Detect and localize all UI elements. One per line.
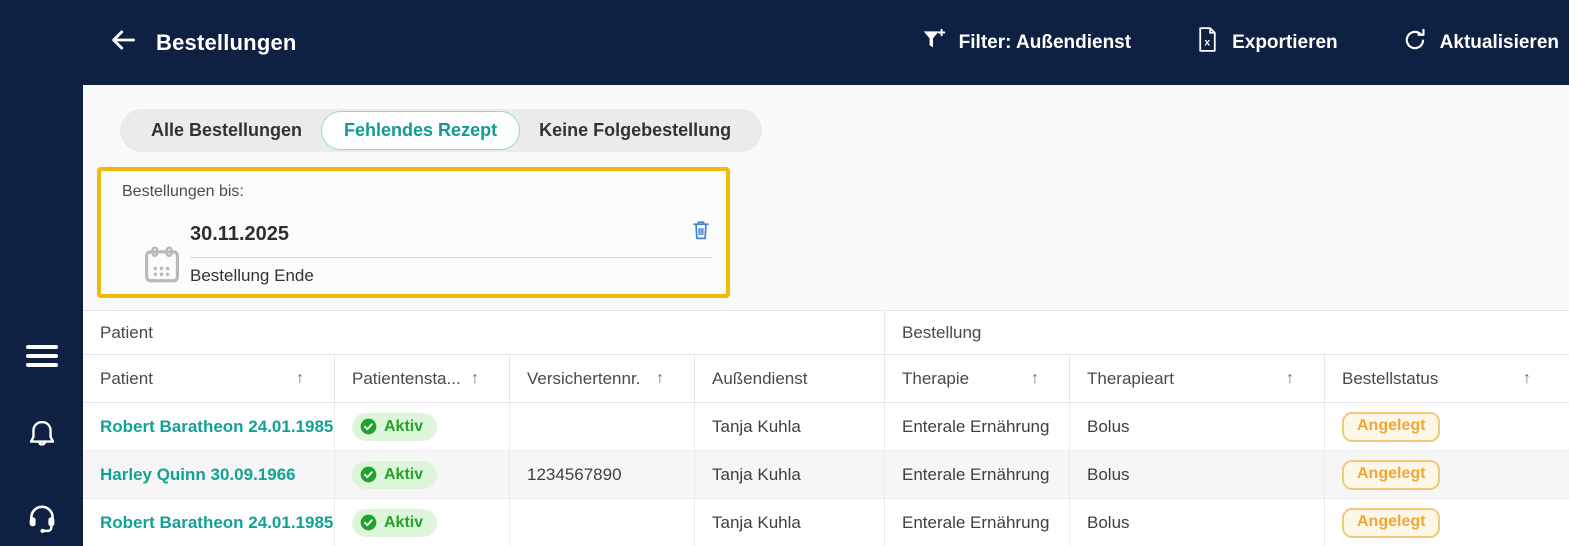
trash-icon bbox=[690, 218, 712, 247]
check-circle-icon bbox=[360, 466, 377, 483]
table-row: Harley Quinn 30.09.1966 Aktiv 1234567890 Ta… bbox=[83, 451, 1569, 499]
order-status-badge: Angelegt bbox=[1342, 459, 1441, 490]
cell-patient: Harley Quinn 30.09.1966 bbox=[83, 451, 335, 498]
cell-aussendienst: Tanja Kuhla bbox=[695, 499, 885, 546]
date-filter-label: Bestellungen bis: bbox=[122, 183, 244, 200]
column-header-aussendienst: Außendienst bbox=[695, 355, 885, 402]
cell-therapieart: Bolus bbox=[1070, 451, 1325, 498]
sort-ascending-icon: ↑ bbox=[1523, 369, 1531, 387]
patient-link[interactable]: Robert Baratheon 24.01.1985 bbox=[100, 513, 333, 533]
header-actions: Filter: Außendienst x Exportieren Aktual… bbox=[921, 26, 1569, 59]
check-circle-icon bbox=[360, 418, 377, 435]
column-label: Versichertennr. bbox=[527, 368, 641, 388]
notifications-button[interactable] bbox=[23, 418, 61, 456]
order-status-badge: Angelegt bbox=[1342, 411, 1441, 442]
menu-icon bbox=[26, 345, 58, 367]
cell-versichertennr bbox=[510, 403, 695, 450]
cell-patientenstatus: Aktiv bbox=[335, 403, 510, 450]
filter-button-label: Filter: Außendienst bbox=[958, 31, 1132, 53]
column-label: Therapieart bbox=[1087, 368, 1174, 388]
page-title: Bestellungen bbox=[156, 29, 297, 55]
tab-fehlendes-rezept[interactable]: Fehlendes Rezept bbox=[321, 111, 521, 150]
cell-aussendienst: Tanja Kuhla bbox=[695, 451, 885, 498]
column-label: Therapie bbox=[902, 368, 970, 388]
column-header-therapie[interactable]: Therapie ↑ bbox=[885, 355, 1070, 402]
cell-therapieart: Bolus bbox=[1070, 403, 1325, 450]
patient-status-badge: Aktiv bbox=[352, 508, 438, 537]
sort-ascending-icon: ↑ bbox=[1031, 369, 1039, 387]
calendar-icon[interactable] bbox=[141, 243, 183, 292]
table-row: Robert Baratheon 24.01.1985 Aktiv Tanja Ku… bbox=[83, 403, 1569, 451]
group-header-patient: Patient bbox=[83, 311, 885, 354]
tab-alle-bestellungen[interactable]: Alle Bestellungen bbox=[132, 109, 321, 152]
cell-patientenstatus: Aktiv bbox=[335, 451, 510, 498]
sort-ascending-icon: ↑ bbox=[656, 369, 664, 387]
cell-versichertennr bbox=[510, 499, 695, 546]
filter-button[interactable]: Filter: Außendienst bbox=[921, 27, 1131, 59]
cell-therapieart: Bolus bbox=[1070, 499, 1325, 546]
app-window: Bestellungen Filter: Außendienst x Expor… bbox=[0, 0, 1569, 546]
svg-text:x: x bbox=[1204, 38, 1210, 49]
back-button[interactable] bbox=[106, 26, 140, 60]
cell-versichertennr: 1234567890 bbox=[510, 451, 695, 498]
refresh-icon bbox=[1402, 27, 1428, 59]
date-filter-card: Bestellungen bis: 30.11.2025 Bestellung … bbox=[97, 167, 730, 298]
sort-ascending-icon: ↑ bbox=[1286, 369, 1294, 387]
table-body: Robert Baratheon 24.01.1985 Aktiv Tanja Ku… bbox=[83, 403, 1569, 546]
order-status-badge: Angelegt bbox=[1342, 507, 1441, 538]
headset-icon bbox=[25, 500, 59, 539]
patient-link[interactable]: Harley Quinn 30.09.1966 bbox=[100, 465, 296, 485]
menu-button[interactable] bbox=[23, 337, 61, 375]
refresh-button[interactable]: Aktualisieren bbox=[1402, 27, 1559, 59]
group-header-bestellung: Bestellung bbox=[902, 322, 982, 342]
cell-bestellstatus: Angelegt bbox=[1325, 451, 1569, 498]
column-label: Patient bbox=[100, 368, 153, 388]
cell-aussendienst: Tanja Kuhla bbox=[695, 403, 885, 450]
filter-plus-icon bbox=[921, 27, 947, 59]
cell-therapie: Enterale Ernährung bbox=[885, 499, 1070, 546]
table-row: Robert Baratheon 24.01.1985 Aktiv Tanja Ku… bbox=[83, 499, 1569, 546]
table-column-header: Patient ↑ Patientensta... ↑ Versichertennr. ↑… bbox=[83, 355, 1569, 403]
main-content: Alle Bestellungen Fehlendes Rezept Keine… bbox=[83, 85, 1569, 546]
refresh-button-label: Aktualisieren bbox=[1439, 31, 1559, 53]
column-label: Bestellstatus bbox=[1342, 368, 1439, 388]
sort-ascending-icon: ↑ bbox=[296, 369, 304, 387]
clear-date-button[interactable] bbox=[686, 217, 716, 247]
patient-status-badge: Aktiv bbox=[352, 412, 438, 441]
sidebar-nav bbox=[0, 0, 83, 546]
top-header: Bestellungen Filter: Außendienst x Expor… bbox=[0, 0, 1569, 85]
bell-icon bbox=[24, 417, 60, 458]
cell-patient: Robert Baratheon 24.01.1985 bbox=[83, 403, 335, 450]
cell-patient: Robert Baratheon 24.01.1985 bbox=[83, 499, 335, 546]
cell-bestellstatus: Angelegt bbox=[1325, 499, 1569, 546]
column-header-patientenstatus[interactable]: Patientensta... ↑ bbox=[335, 355, 510, 402]
orders-table: Patient Bestellung Patient ↑ Patientensta.… bbox=[83, 310, 1569, 546]
patient-status-badge: Aktiv bbox=[352, 460, 438, 489]
column-label: Außendienst bbox=[712, 368, 808, 388]
date-value-input[interactable]: 30.11.2025 bbox=[190, 223, 289, 246]
table-group-header: Patient Bestellung bbox=[83, 310, 1569, 355]
export-excel-icon: x bbox=[1195, 26, 1220, 59]
input-underline bbox=[190, 257, 712, 258]
export-button[interactable]: x Exportieren bbox=[1195, 26, 1338, 59]
date-helper-label: Bestellung Ende bbox=[190, 266, 314, 285]
arrow-left-icon bbox=[108, 25, 138, 60]
column-header-versichertennr[interactable]: Versichertennr. ↑ bbox=[510, 355, 695, 402]
cell-patientenstatus: Aktiv bbox=[335, 499, 510, 546]
column-header-patient[interactable]: Patient ↑ bbox=[83, 355, 335, 402]
support-button[interactable] bbox=[23, 500, 61, 538]
cell-bestellstatus: Angelegt bbox=[1325, 403, 1569, 450]
column-header-therapieart[interactable]: Therapieart ↑ bbox=[1070, 355, 1325, 402]
tab-keine-folgebestellung[interactable]: Keine Folgebestellung bbox=[520, 109, 750, 152]
cell-therapie: Enterale Ernährung bbox=[885, 403, 1070, 450]
patient-link[interactable]: Robert Baratheon 24.01.1985 bbox=[100, 417, 333, 437]
column-label: Patientensta... bbox=[352, 368, 461, 388]
filter-tab-bar: Alle Bestellungen Fehlendes Rezept Keine… bbox=[120, 109, 763, 152]
export-button-label: Exportieren bbox=[1232, 31, 1338, 53]
sort-ascending-icon: ↑ bbox=[471, 369, 479, 387]
cell-therapie: Enterale Ernährung bbox=[885, 451, 1070, 498]
column-header-bestellstatus[interactable]: Bestellstatus ↑ bbox=[1325, 355, 1569, 402]
check-circle-icon bbox=[360, 514, 377, 531]
